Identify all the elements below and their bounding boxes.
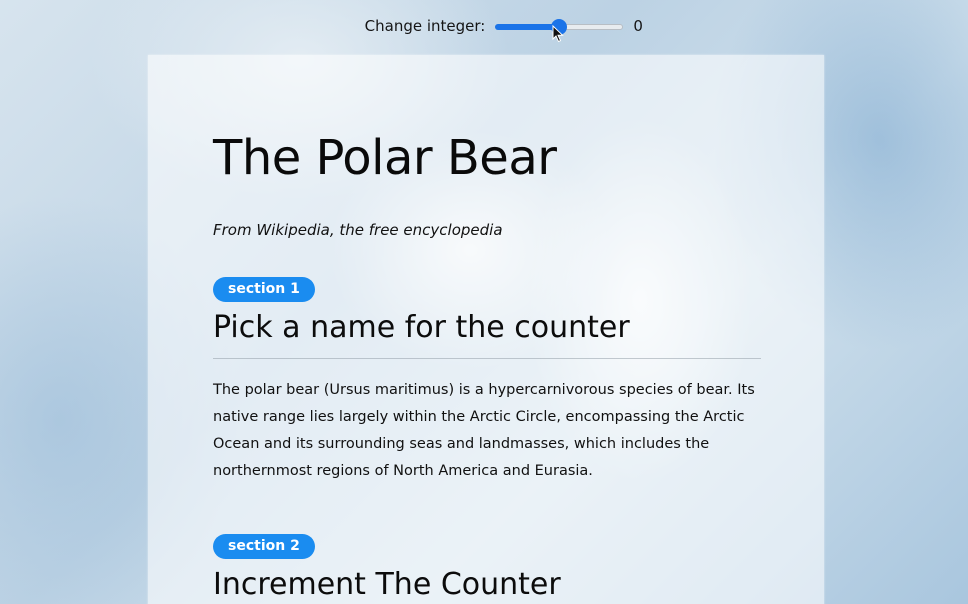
article-card: The Polar Bear From Wikipedia, the free … [148, 55, 824, 604]
section-heading: Increment The Counter [213, 565, 761, 604]
slider-fill [495, 24, 560, 30]
article-subtitle: From Wikipedia, the free encyclopedia [213, 221, 503, 239]
article-content: The Polar Bear From Wikipedia, the free … [213, 127, 761, 604]
slider-label: Change integer: [364, 17, 486, 35]
section-1: section 1 Pick a name for the counter Th… [213, 239, 761, 485]
section-badge: section 2 [213, 533, 315, 559]
mouse-cursor-icon [552, 25, 564, 43]
section-paragraph: The polar bear (Ursus maritimus) is a hy… [213, 382, 755, 479]
slider-value: 0 [633, 17, 643, 35]
section-heading: Pick a name for the counter [213, 308, 761, 359]
integer-control-bar: Change integer: 0 [0, 12, 968, 40]
section-badge: section 1 [213, 277, 315, 302]
section-2: section 2 Increment The Counter [213, 500, 761, 604]
page-title: The Polar Bear [213, 130, 557, 186]
